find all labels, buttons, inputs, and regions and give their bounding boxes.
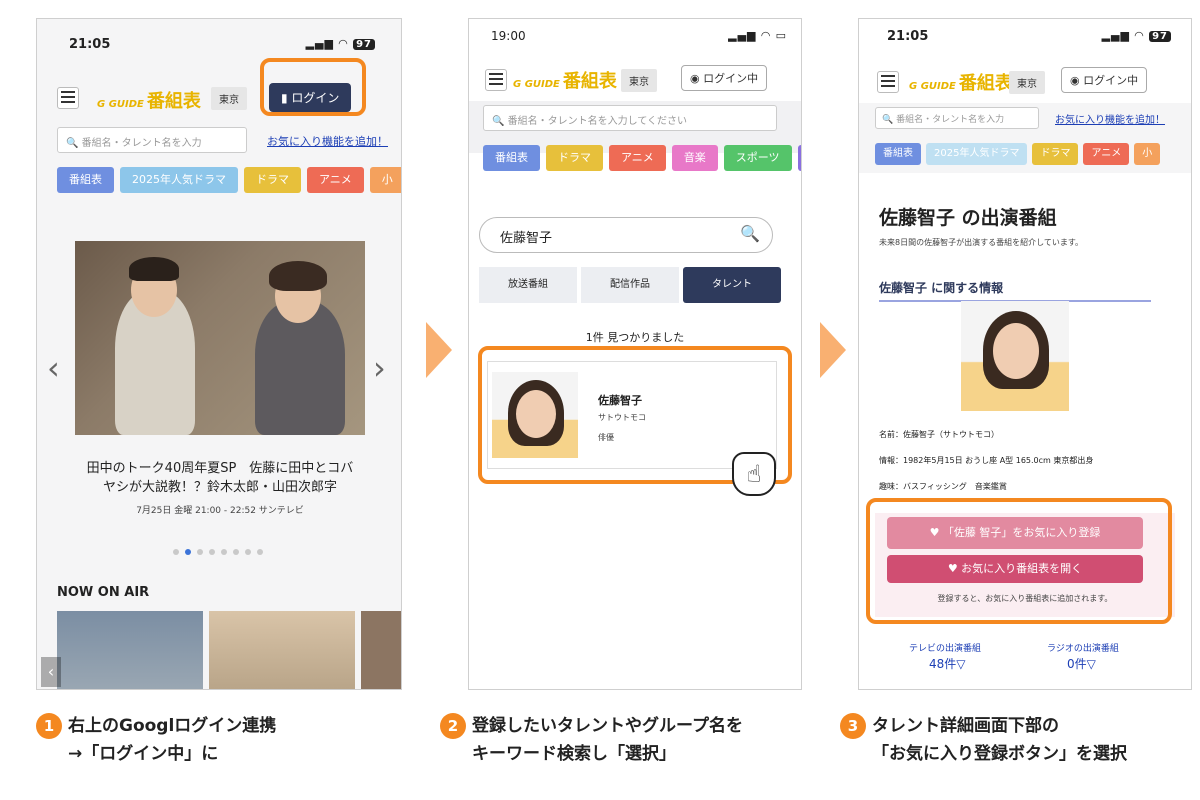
- tab-schedule[interactable]: 番組表: [483, 145, 540, 171]
- tv-appearances-count[interactable]: 48件▽: [929, 655, 966, 672]
- status-time: 21:05: [887, 29, 929, 44]
- tab-more[interactable]: 小: [369, 167, 401, 193]
- radio-appearances-count[interactable]: 0件▽: [1067, 655, 1096, 672]
- tab-sports[interactable]: スポーツ: [723, 145, 792, 171]
- battery-icon: 97: [353, 39, 375, 50]
- menu-icon[interactable]: [57, 87, 79, 109]
- logo[interactable]: G GUIDE 番組表: [97, 87, 201, 113]
- now-on-air-heading: NOW ON AIR: [57, 585, 150, 600]
- talent-photo: [961, 301, 1069, 411]
- highlight-login: [260, 58, 366, 116]
- tab-anime[interactable]: アニメ: [609, 145, 666, 171]
- prefecture-select[interactable]: 東京: [621, 69, 657, 92]
- caption-step-1: 1 右上のGooglログイン連携 →「ログイン中」に: [36, 712, 276, 768]
- prefecture-select[interactable]: 東京: [211, 87, 247, 110]
- hero-title[interactable]: 田中のトーク40周年夏SP 佐藤に田中とコバヤシが大説教！？鈴木太郎・山田次郎字: [81, 459, 359, 497]
- info-name: 名前：佐藤智子（サトウトモコ）: [879, 430, 999, 439]
- status-bar: 21:05 ▂▄▆ ◠ 97: [859, 19, 1191, 63]
- segment-tabs: 放送番組 配信作品 タレント: [479, 267, 781, 303]
- login-status-button[interactable]: ◉ ログイン中: [1061, 67, 1148, 93]
- prefecture-select[interactable]: 東京: [1009, 71, 1045, 94]
- search-input[interactable]: 🔍 番組名・タレント名を入力してください: [483, 105, 777, 131]
- tab-music[interactable]: 音楽: [671, 145, 718, 171]
- prev-arrow-icon[interactable]: ‹: [41, 657, 61, 687]
- tv-appearances-label[interactable]: テレビの出演番組: [909, 641, 981, 654]
- tab-drama[interactable]: ドラマ: [244, 167, 301, 193]
- tap-hand-icon: ☝: [732, 452, 776, 496]
- step-number: 1: [36, 713, 62, 739]
- step-number: 3: [840, 713, 866, 739]
- result-count: 1件 見つかりました: [585, 331, 685, 344]
- radio-appearances-label[interactable]: ラジオの出演番組: [1047, 641, 1119, 654]
- status-bar: 19:00 ▂▄▆ ◠ ▭: [469, 19, 801, 63]
- status-icons: ▂▄▆ ◠ ▭: [728, 29, 787, 42]
- carousel-dots[interactable]: [173, 549, 263, 555]
- battery-icon: 97: [1149, 31, 1171, 42]
- tab-schedule[interactable]: 番組表: [875, 143, 921, 165]
- page-subtitle: 未来8日間の佐藤智子が出演する番組を紹介しています。: [879, 238, 1084, 247]
- tab-more[interactable]: 小: [1134, 143, 1161, 165]
- search-input[interactable]: 🔍 番組名・タレント名を入力: [57, 127, 247, 153]
- step-number: 2: [440, 713, 466, 739]
- category-tabs: 番組表 2025年人気ドラマ ドラマ アニメ 小: [57, 167, 401, 193]
- tab-drama[interactable]: ドラマ: [1032, 143, 1079, 165]
- prev-arrow-icon[interactable]: ‹: [47, 349, 60, 387]
- logo[interactable]: G GUIDE 番組表: [513, 67, 617, 93]
- talent-search-input[interactable]: 佐藤智子 🔍: [479, 217, 773, 253]
- login-status-button[interactable]: ◉ ログイン中: [681, 65, 768, 91]
- page-title: 佐藤智子 の出演番組: [879, 207, 1057, 229]
- info-detail: 情報：1982年5月15日 おうし座 A型 165.0cm 東京都出身: [879, 456, 1094, 465]
- tab-schedule[interactable]: 番組表: [57, 167, 114, 193]
- status-icons: ▂▄▆ ◠ 97: [306, 37, 375, 50]
- status-icons: ▂▄▆ ◠ 97: [1102, 29, 1171, 42]
- tab-streaming[interactable]: 配信作品: [581, 267, 679, 303]
- info-hobby: 趣味：バスフィッシング 音楽鑑賞: [879, 482, 1007, 491]
- fav-feature-link[interactable]: お気に入り機能を追加！: [267, 133, 388, 149]
- fav-feature-link[interactable]: お気に入り機能を追加！: [1055, 111, 1165, 126]
- search-icon[interactable]: 🔍: [740, 224, 760, 243]
- menu-icon[interactable]: [877, 71, 899, 93]
- search-input[interactable]: 🔍 番組名・タレント名を入力: [875, 107, 1039, 129]
- hero-image[interactable]: [75, 241, 365, 435]
- step-arrow-icon: [426, 322, 452, 378]
- next-arrow-icon[interactable]: ›: [373, 349, 386, 387]
- step-arrow-icon: [820, 322, 846, 378]
- tab-drama[interactable]: ドラマ: [546, 145, 603, 171]
- caption-step-3: 3 タレント詳細画面下部の 「お気に入り登録ボタン」を選択: [840, 712, 1127, 768]
- tab-broadcast[interactable]: 放送番組: [479, 267, 577, 303]
- tab-anime[interactable]: アニメ: [307, 167, 364, 193]
- app-header: G GUIDE 番組表 東京 ◉ ログイン中: [469, 63, 801, 103]
- tab-anime[interactable]: アニメ: [1083, 143, 1130, 165]
- category-tabs: 番組表 2025年人気ドラマ ドラマ アニメ 小: [875, 143, 1161, 165]
- tab-popular-drama[interactable]: 2025年人気ドラマ: [120, 167, 238, 193]
- caption-step-2: 2 登録したいタレントやグループ名を キーワード検索し「選択」: [440, 712, 743, 768]
- tab-talent[interactable]: タレント: [683, 267, 781, 303]
- status-bar: 21:05 ▂▄▆ ◠ 97: [37, 19, 401, 63]
- phone-screen-1: 21:05 ▂▄▆ ◠ 97 G GUIDE 番組表 東京 ▮ ログイン 🔍 番組…: [36, 18, 402, 690]
- category-tabs: 番組表 ドラマ アニメ 音楽 スポーツ: [483, 145, 801, 171]
- menu-icon[interactable]: [485, 69, 507, 91]
- tab-popular-drama[interactable]: 2025年人気ドラマ: [926, 143, 1028, 165]
- info-heading: 佐藤智子 に関する情報: [879, 279, 1151, 302]
- now-on-air-thumb[interactable]: [209, 611, 355, 689]
- status-time: 21:05: [69, 37, 111, 52]
- logo[interactable]: G GUIDE 番組表: [909, 69, 1013, 95]
- highlight-favorite: [866, 498, 1172, 624]
- now-on-air-thumb[interactable]: [57, 611, 203, 689]
- now-on-air-thumb[interactable]: [361, 611, 401, 689]
- tab-more[interactable]: [797, 145, 801, 171]
- hero-schedule: 7月25日 金曜 21:00 - 22:52 サンテレビ: [136, 506, 304, 516]
- status-time: 19:00: [491, 29, 526, 43]
